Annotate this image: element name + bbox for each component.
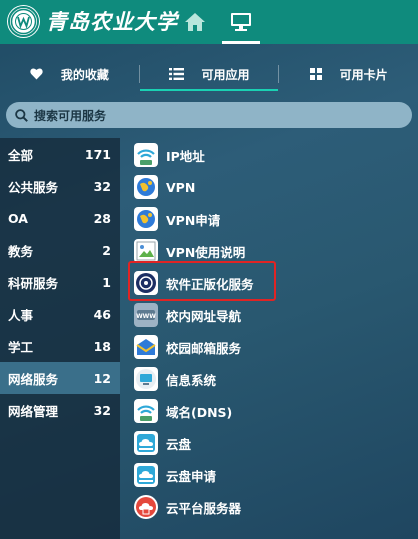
app-label: 域名(DNS) (166, 404, 233, 420)
category-count: 32 (93, 178, 111, 194)
category-label: OA (8, 210, 28, 226)
globe-icon (134, 207, 158, 231)
category-item-public-services[interactable]: 公共服务 32 (0, 170, 120, 202)
app-label: IP地址 (166, 148, 205, 164)
category-label: 网络服务 (8, 371, 59, 387)
tab-available-cards-label: 可用卡片 (339, 67, 388, 82)
grid-icon (309, 68, 322, 80)
category-sidebar: 全部 171 公共服务 32 OA 28 教务 2 科研服务 1 人事 46 学… (0, 138, 120, 539)
cloud-icon (134, 431, 158, 455)
category-label: 网络管理 (8, 403, 59, 419)
app-label: 云盘申请 (166, 468, 217, 484)
home-icon (185, 13, 205, 31)
broken-image-icon (134, 239, 158, 263)
app-list: IP地址 VPN VPN申请 VPN使用说明 软件正版化服务 WWW 校内网址导… (120, 138, 418, 539)
mail-icon (134, 335, 158, 359)
app-item-campus-url-navigation[interactable]: WWW 校内网址导航 (134, 302, 241, 328)
app-label: VPN申请 (166, 212, 221, 228)
app-label: 软件正版化服务 (166, 276, 254, 292)
app-item-vpn-apply[interactable]: VPN申请 (134, 206, 220, 232)
wifi-icon (134, 399, 158, 423)
category-count: 171 (84, 146, 111, 162)
category-count: 32 (93, 402, 111, 418)
tab-available-apps[interactable]: 可用应用 (139, 58, 279, 91)
home-button[interactable] (180, 7, 210, 37)
cloud-icon (134, 463, 158, 487)
search-placeholder: 搜索可用服务 (34, 108, 107, 123)
app-tabs: 我的收藏 可用应用 可用卡片 (0, 58, 418, 91)
category-count: 1 (102, 274, 111, 290)
disc-icon (134, 271, 158, 295)
app-item-dns[interactable]: 域名(DNS) (134, 398, 232, 424)
search-input[interactable]: 搜索可用服务 (6, 102, 412, 128)
globe-icon (134, 175, 158, 199)
app-item-vpn[interactable]: VPN (134, 174, 195, 200)
category-label: 人事 (8, 307, 34, 323)
app-item-campus-mail[interactable]: 校园邮箱服务 (134, 334, 241, 360)
app-label: 信息系统 (166, 372, 217, 388)
cloud-server-icon (134, 495, 158, 519)
category-count: 2 (102, 242, 111, 258)
category-count: 12 (93, 370, 111, 386)
active-nav-indicator (222, 41, 260, 44)
category-label: 教务 (8, 243, 34, 259)
category-item-student-affairs[interactable]: 学工 18 (0, 330, 120, 362)
category-count: 18 (93, 338, 111, 354)
monitor-icon (134, 367, 158, 391)
app-label: 校园邮箱服务 (166, 340, 242, 356)
university-name: 青岛农业大学 (46, 9, 178, 34)
desktop-button[interactable] (218, 0, 264, 44)
app-item-information-system[interactable]: 信息系统 (134, 366, 216, 392)
app-item-vpn-guide[interactable]: VPN使用说明 (134, 238, 245, 264)
top-header: 青岛农业大学 (0, 0, 418, 44)
www-icon: WWW (134, 303, 158, 327)
tab-available-cards[interactable]: 可用卡片 (279, 58, 418, 90)
heart-icon (30, 68, 43, 80)
app-item-ip-address[interactable]: IP地址 (134, 142, 205, 168)
list-icon (168, 68, 184, 80)
app-label: VPN (166, 179, 196, 195)
category-count: 28 (93, 210, 111, 226)
wifi-icon (134, 143, 158, 167)
university-seal-icon (8, 6, 39, 37)
app-item-cloud-platform-server[interactable]: 云平台服务器 (134, 494, 241, 520)
category-item-network-management[interactable]: 网络管理 32 (0, 394, 120, 426)
search-icon (15, 108, 28, 122)
category-item-all[interactable]: 全部 171 (0, 138, 120, 170)
app-item-software-licensing[interactable]: 软件正版化服务 (134, 270, 254, 296)
tab-available-apps-label: 可用应用 (201, 67, 250, 82)
app-label: 云平台服务器 (166, 500, 242, 516)
category-item-academic-affairs[interactable]: 教务 2 (0, 234, 120, 266)
desktop-icon (231, 13, 251, 31)
category-label: 科研服务 (8, 275, 59, 291)
category-label: 全部 (8, 147, 34, 163)
app-label: 校内网址导航 (166, 308, 242, 324)
category-item-oa[interactable]: OA 28 (0, 202, 120, 234)
svg-text:WWW: WWW (136, 313, 156, 320)
category-count: 46 (93, 306, 111, 322)
tab-favorites-label: 我的收藏 (60, 67, 109, 82)
app-label: VPN使用说明 (166, 244, 246, 260)
category-label: 学工 (8, 339, 34, 355)
category-item-hr[interactable]: 人事 46 (0, 298, 120, 330)
category-item-network-services[interactable]: 网络服务 12 (0, 362, 120, 394)
app-label: 云盘 (166, 436, 192, 452)
tab-favorites[interactable]: 我的收藏 (0, 58, 139, 90)
app-item-cloud-drive[interactable]: 云盘 (134, 430, 191, 456)
category-item-research[interactable]: 科研服务 1 (0, 266, 120, 298)
app-item-cloud-drive-apply[interactable]: 云盘申请 (134, 462, 216, 488)
category-label: 公共服务 (8, 179, 59, 195)
